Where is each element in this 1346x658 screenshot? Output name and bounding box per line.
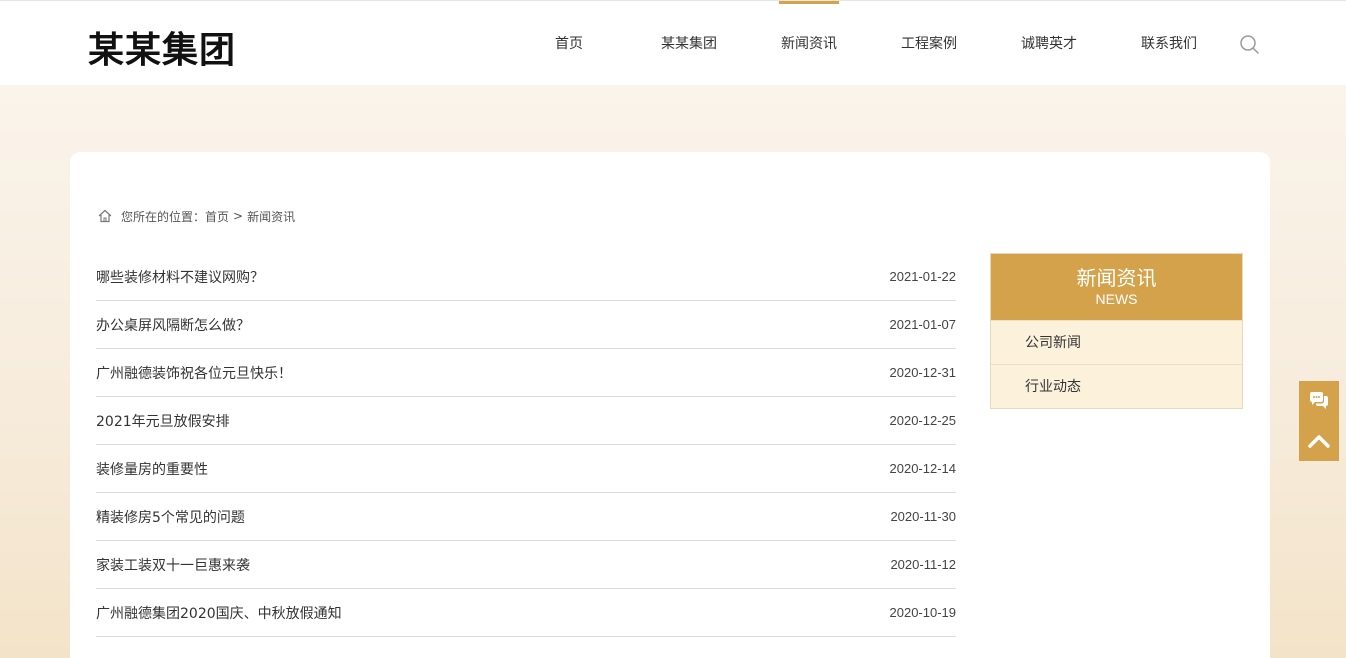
breadcrumb-home-link[interactable]: 首页 xyxy=(205,208,229,225)
chat-icon[interactable] xyxy=(1299,381,1339,421)
site-logo[interactable]: 某某集团 xyxy=(88,21,236,73)
news-date: 2020-12-14 xyxy=(889,461,957,476)
news-date: 2020-11-30 xyxy=(890,509,956,524)
news-row[interactable]: 家装工装双十一巨惠来袭 2020-11-12 xyxy=(96,541,956,589)
floating-toolbar xyxy=(1299,381,1339,461)
news-list: 哪些装修材料不建议网购？ 2021-01-22 办公桌屏风隔断怎么做？ 2021… xyxy=(96,253,956,637)
breadcrumb-separator: > xyxy=(233,209,244,223)
nav-item-group[interactable]: 某某集团 xyxy=(629,1,749,86)
news-row[interactable]: 广州融德集团2020国庆、中秋放假通知 2020-10-19 xyxy=(96,589,956,637)
news-title[interactable]: 广州融德装饰祝各位元旦快乐！ xyxy=(96,363,292,383)
chevron-up-icon[interactable] xyxy=(1299,421,1339,461)
sidebar-title: 新闻资讯 xyxy=(1076,266,1157,290)
news-row[interactable]: 哪些装修材料不建议网购？ 2021-01-22 xyxy=(96,253,956,301)
news-row[interactable]: 装修量房的重要性 2020-12-14 xyxy=(96,445,956,493)
sidebar-subtitle: NEWS xyxy=(1095,291,1138,307)
nav-item-cases[interactable]: 工程案例 xyxy=(869,1,989,86)
news-title[interactable]: 办公桌屏风隔断怎么做？ xyxy=(96,315,250,335)
news-title[interactable]: 精装修房5个常见的问题 xyxy=(96,507,245,527)
main-nav: 首页 某某集团 新闻资讯 工程案例 诚聘英才 联系我们 xyxy=(509,1,1229,86)
breadcrumb-current[interactable]: 新闻资讯 xyxy=(247,208,295,225)
news-date: 2020-12-25 xyxy=(889,413,957,428)
news-title[interactable]: 2021年元旦放假安排 xyxy=(96,411,230,431)
sidebar-header: 新闻资讯 NEWS xyxy=(991,254,1242,320)
nav-item-careers[interactable]: 诚聘英才 xyxy=(989,1,1109,86)
breadcrumb: 您所在的位置： 首页 > 新闻资讯 xyxy=(97,207,295,225)
news-row[interactable]: 2021年元旦放假安排 2020-12-25 xyxy=(96,397,956,445)
news-date: 2020-12-31 xyxy=(889,365,957,380)
sidebar-item-company-news[interactable]: 公司新闻 xyxy=(991,320,1242,364)
news-title[interactable]: 装修量房的重要性 xyxy=(96,459,208,479)
breadcrumb-prefix: 您所在的位置： xyxy=(121,209,206,224)
news-title[interactable]: 广州融德集团2020国庆、中秋放假通知 xyxy=(96,603,342,623)
news-sidebar: 新闻资讯 NEWS 公司新闻 行业动态 xyxy=(990,253,1243,409)
search-icon[interactable] xyxy=(1238,33,1260,55)
news-date: 2021-01-07 xyxy=(889,317,957,332)
news-row[interactable]: 办公桌屏风隔断怎么做？ 2021-01-07 xyxy=(96,301,956,349)
news-title[interactable]: 哪些装修材料不建议网购？ xyxy=(96,267,264,287)
nav-item-home[interactable]: 首页 xyxy=(509,1,629,86)
news-date: 2021-01-22 xyxy=(889,269,957,284)
news-date: 2020-10-19 xyxy=(889,605,957,620)
nav-item-contact[interactable]: 联系我们 xyxy=(1109,1,1229,86)
news-date: 2020-11-12 xyxy=(890,557,956,572)
news-title[interactable]: 家装工装双十一巨惠来袭 xyxy=(96,555,250,575)
news-row[interactable]: 广州融德装饰祝各位元旦快乐！ 2020-12-31 xyxy=(96,349,956,397)
nav-item-news[interactable]: 新闻资讯 xyxy=(749,1,869,86)
home-icon xyxy=(97,208,113,224)
sidebar-item-industry-news[interactable]: 行业动态 xyxy=(991,364,1242,408)
news-row[interactable]: 精装修房5个常见的问题 2020-11-30 xyxy=(96,493,956,541)
site-header: 某某集团 首页 某某集团 新闻资讯 工程案例 诚聘英才 联系我们 xyxy=(0,0,1346,85)
